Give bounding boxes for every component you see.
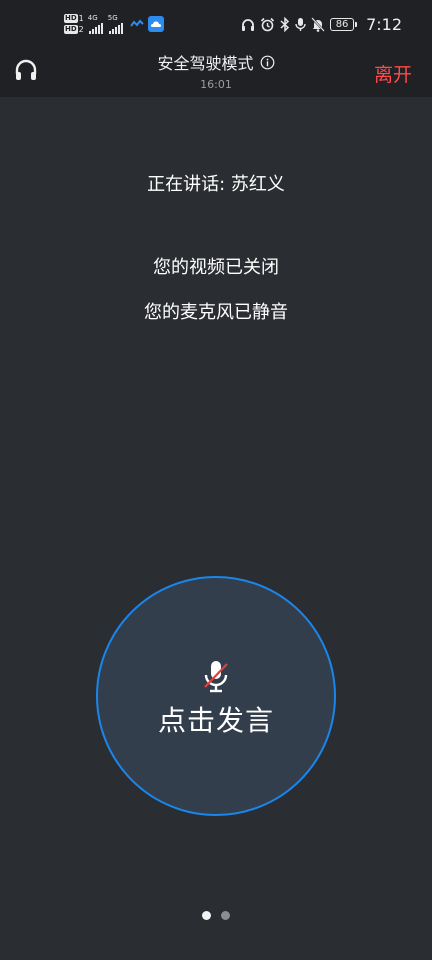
headphones-icon xyxy=(242,18,255,31)
page-dot[interactable] xyxy=(221,911,230,920)
tap-to-speak-label: 点击发言 xyxy=(157,704,274,737)
header-bar: 安全驾驶模式 16:01 离开 xyxy=(0,40,432,97)
cloud-app-icon xyxy=(147,16,164,32)
hd-num: 2 xyxy=(78,25,84,34)
active-speaker-text: 正在讲话: 苏红义 xyxy=(147,174,285,195)
clock: 7:12 xyxy=(366,15,402,34)
tap-to-speak-button[interactable]: 点击发言 xyxy=(96,576,336,816)
page-dot-active[interactable] xyxy=(202,911,211,920)
info-icon[interactable] xyxy=(260,55,275,70)
status-left: HD 1 HD 2 4G 5G xyxy=(64,14,164,34)
battery-indicator: 86 xyxy=(330,18,358,31)
signal-icon xyxy=(108,23,123,34)
signal-icon xyxy=(88,23,103,34)
app-notification-icon xyxy=(129,19,144,27)
network-1: 4G xyxy=(88,14,104,34)
title-block: 安全驾驶模式 16:01 xyxy=(0,50,432,91)
hd-indicators: HD 1 HD 2 xyxy=(64,14,84,34)
page-title: 安全驾驶模式 xyxy=(157,54,254,73)
meeting-duration: 16:01 xyxy=(200,78,232,91)
mic-muted-icon xyxy=(204,661,228,693)
bluetooth-icon xyxy=(280,17,290,32)
mic-status-text: 您的麦克风已静音 xyxy=(144,302,288,323)
network-type: 4G xyxy=(87,14,98,22)
page-indicator xyxy=(0,911,432,920)
video-status-text: 您的视频已关闭 xyxy=(153,257,279,278)
bell-off-icon xyxy=(311,17,325,32)
hd-label: HD xyxy=(64,25,78,34)
battery-level: 86 xyxy=(330,18,355,31)
network-type: 5G xyxy=(107,14,118,22)
status-right: 86 7:12 xyxy=(241,15,402,34)
network-2: 5G xyxy=(108,14,126,34)
leave-button[interactable]: 离开 xyxy=(374,60,412,87)
hd-num: 1 xyxy=(78,14,84,23)
hd-badge-2: HD 2 xyxy=(64,25,84,34)
mic-icon xyxy=(295,18,306,31)
title-row: 安全驾驶模式 xyxy=(157,50,274,74)
alarm-icon xyxy=(260,17,275,32)
hd-label: HD xyxy=(64,14,78,23)
hd-badge-1: HD 1 xyxy=(64,14,84,23)
app-root: HD 1 HD 2 4G 5G 86 7:12 安全驾驶模式 16:01 离开 … xyxy=(0,0,432,960)
battery-tip xyxy=(355,22,358,27)
